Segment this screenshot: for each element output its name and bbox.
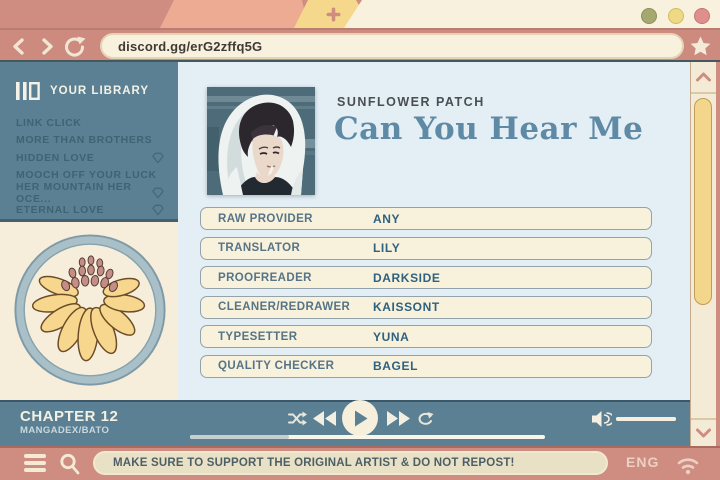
cover-art — [207, 87, 315, 195]
library-list: LINK CLICK MORE THAN BROTHERS HIDDEN LOV… — [16, 114, 164, 219]
rewind-icon[interactable] — [313, 411, 337, 426]
window-dot-pink[interactable] — [694, 8, 710, 24]
group-name: SUNFLOWER PATCH — [337, 95, 485, 109]
credit-row-cleaner-redrawer: CLEANER/REDRAWER KAISSONT — [200, 295, 652, 319]
volume-fill — [616, 417, 676, 421]
sidebar-item-link-click[interactable]: LINK CLICK — [16, 114, 164, 132]
group-logo-panel — [0, 222, 178, 400]
progress-bar[interactable] — [190, 435, 545, 439]
credits-list: RAW PROVIDER ANY TRANSLATOR LILY PROOFRE… — [200, 207, 652, 385]
scrollbar-thumb[interactable] — [694, 98, 712, 305]
gem-icon — [152, 187, 164, 199]
search-icon[interactable] — [58, 452, 82, 476]
window-dot-yellow[interactable] — [668, 8, 684, 24]
chapter-label: CHAPTER 12 — [20, 408, 119, 425]
url-input[interactable]: discord.gg/erG2zffq5G — [100, 33, 684, 59]
player-bar: CHAPTER 12 MANGADEX/BATO — [0, 400, 690, 446]
tab-active[interactable] — [344, 0, 720, 28]
library-sidebar: YOUR LIBRARY LINK CLICK MORE THAN BROTHE… — [0, 62, 178, 222]
credit-row-quality-checker: QUALITY CHECKER BAGEL — [200, 354, 652, 378]
menu-icon[interactable] — [24, 454, 46, 475]
library-title: YOUR LIBRARY — [50, 85, 150, 97]
volume-slider[interactable] — [616, 417, 676, 421]
sidebar-item-her-mountain-her-ocean[interactable]: HER MOUNTAIN HER OCE... — [16, 181, 164, 205]
gem-icon — [152, 204, 164, 216]
forward-icon[interactable] — [39, 38, 55, 55]
credit-row-typesetter: TYPESETTER YUNA — [200, 325, 652, 349]
progress-fill — [190, 435, 290, 439]
tab-inactive[interactable] — [160, 0, 308, 28]
fast-forward-icon[interactable] — [386, 411, 410, 426]
play-icon — [354, 410, 367, 426]
volume-icon[interactable] — [592, 409, 612, 429]
refresh-icon[interactable] — [63, 35, 87, 59]
scrollbar[interactable] — [690, 62, 716, 446]
chevron-down-icon — [696, 428, 711, 438]
url-text: discord.gg/erG2zffq5G — [118, 38, 263, 54]
credit-row-proofreader: PROOFREADER DARKSIDE — [200, 266, 652, 290]
library-icon — [16, 82, 40, 100]
gem-icon — [152, 152, 164, 164]
back-icon[interactable] — [11, 38, 27, 55]
language-button[interactable]: ENG — [626, 454, 659, 470]
status-bar: MAKE SURE TO SUPPORT THE ORIGINAL ARTIST… — [0, 446, 720, 480]
play-button[interactable] — [342, 400, 378, 436]
support-notice: MAKE SURE TO SUPPORT THE ORIGINAL ARTIST… — [93, 451, 608, 475]
sidebar-item-hidden-love[interactable]: HIDDEN LOVE — [16, 149, 164, 167]
credit-row-raw-provider: RAW PROVIDER ANY — [200, 207, 652, 230]
window-dot-green[interactable] — [641, 8, 657, 24]
scroll-up-button[interactable] — [691, 62, 716, 94]
plus-icon — [326, 7, 341, 22]
repeat-icon[interactable] — [417, 411, 434, 427]
shuffle-icon[interactable] — [288, 411, 307, 426]
star-icon[interactable] — [690, 36, 711, 56]
support-notice-text: MAKE SURE TO SUPPORT THE ORIGINAL ARTIST… — [113, 457, 515, 469]
series-title: Can You Hear Me — [334, 111, 644, 147]
main-content: SUNFLOWER PATCH Can You Hear Me RAW PROV… — [178, 62, 690, 400]
sources-label: MANGADEX/BATO — [20, 425, 110, 436]
chevron-up-icon — [696, 72, 711, 82]
sidebar-item-more-than-brothers[interactable]: MORE THAN BROTHERS — [16, 132, 164, 150]
credit-row-translator: TRANSLATOR LILY — [200, 236, 652, 260]
sunflower-logo — [14, 234, 166, 386]
wifi-icon — [677, 458, 699, 475]
scroll-down-button[interactable] — [691, 418, 716, 446]
